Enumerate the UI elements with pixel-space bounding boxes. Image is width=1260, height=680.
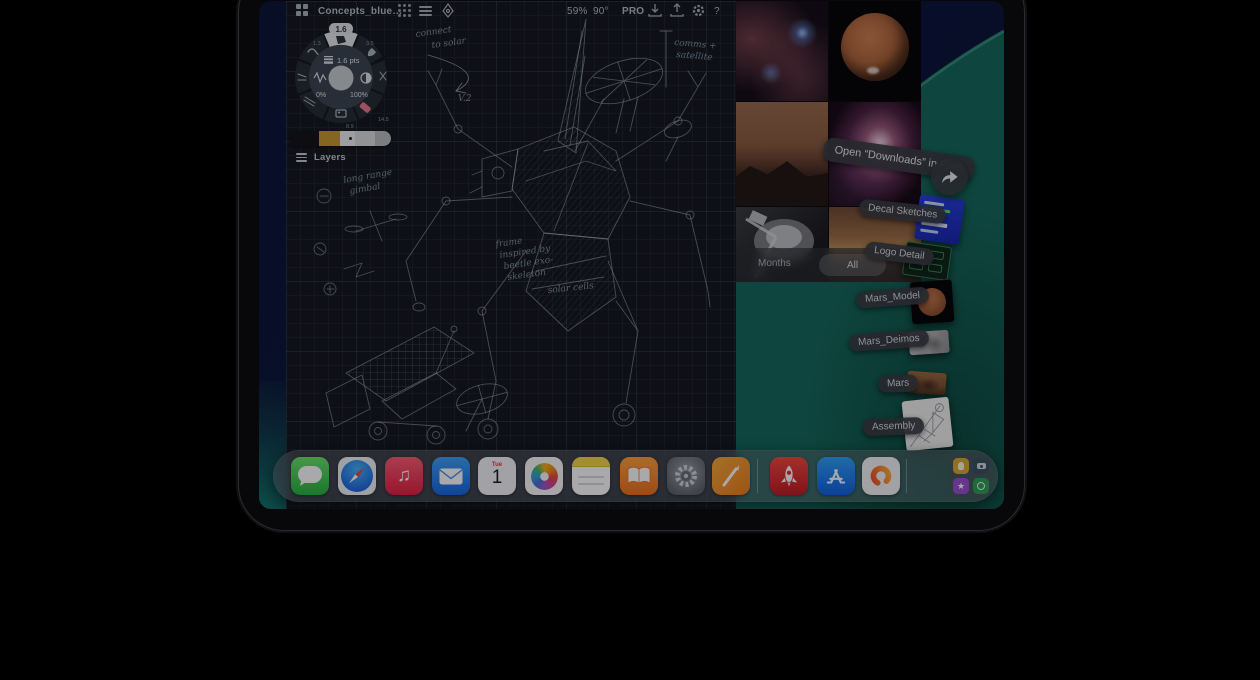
document-title[interactable]: Concepts_blue… xyxy=(318,6,402,17)
apps-grid-icon[interactable] xyxy=(296,4,308,16)
concepts-canvas[interactable]: connect to solar comms + satellite V.2 l… xyxy=(286,1,736,509)
app-library-star-icon: ★ xyxy=(953,478,969,494)
swatch-black[interactable] xyxy=(290,131,319,146)
dock-app-music[interactable]: ♫ xyxy=(385,457,423,495)
app-library-clock-icon xyxy=(973,478,989,494)
dock-app-sketch-pen[interactable] xyxy=(712,457,750,495)
dock-app-concepts[interactable] xyxy=(862,457,900,495)
pen-nib-icon[interactable] xyxy=(441,3,455,19)
tool-wheel[interactable]: 1.6 1.3 3.5 14.5 8.9 1.6 pts xyxy=(286,22,396,132)
dock: ♫ Tue 1 xyxy=(273,450,998,502)
stage: connect to solar comms + satellite V.2 l… xyxy=(0,0,1260,680)
segment-value-0: 1.3 xyxy=(313,41,321,47)
calendar-day: 1 xyxy=(478,468,516,488)
rocket-icon xyxy=(776,463,802,489)
opacity-max-label: 100% xyxy=(350,92,368,99)
swatch-gold[interactable] xyxy=(319,131,340,146)
drag-label-assembly[interactable]: Assembly xyxy=(863,417,925,436)
import-icon[interactable] xyxy=(648,3,662,18)
annotation-connect-2: to solar xyxy=(431,36,467,51)
opacity-min-label: 0% xyxy=(316,92,326,99)
layers-stack-icon[interactable] xyxy=(419,4,432,18)
layers-menu-icon xyxy=(296,151,307,164)
sketch-pen-icon xyxy=(717,462,745,490)
annotation-comms-2: satellite xyxy=(676,50,713,63)
size-badge-value: 1.6 xyxy=(335,25,347,34)
rotation-angle[interactable]: 90° xyxy=(593,6,609,17)
books-book-icon xyxy=(626,466,652,486)
layers-label: Layers xyxy=(314,152,346,163)
swatch-white-selected[interactable] xyxy=(340,131,355,146)
share-forward-icon xyxy=(940,168,959,185)
dock-app-app-store[interactable] xyxy=(817,457,855,495)
dock-app-settings[interactable] xyxy=(667,457,705,495)
filter-months[interactable]: Months xyxy=(758,258,791,269)
drag-label-mars[interactable]: Mars xyxy=(878,374,919,392)
dock-app-app-library[interactable]: ★ xyxy=(949,454,993,498)
color-swatch-bar[interactable] xyxy=(290,131,391,146)
zoom-level[interactable]: 59% xyxy=(567,6,588,17)
export-icon[interactable] xyxy=(670,3,684,18)
photo-mars-ridge[interactable] xyxy=(736,102,828,206)
dock-app-safari[interactable] xyxy=(338,457,376,495)
dock-app-books[interactable] xyxy=(620,457,658,495)
stroke-size-label: 1.6 pts xyxy=(337,56,360,65)
settings-gear-icon[interactable] xyxy=(691,3,706,18)
dock-divider xyxy=(757,459,758,493)
photo-horsehead-nebula[interactable] xyxy=(736,1,828,101)
segment-value-2: 14.5 xyxy=(378,117,389,123)
swatch-selection-dot xyxy=(349,137,352,140)
messages-bubble-icon xyxy=(298,466,322,483)
dot-grid-icon[interactable] xyxy=(398,4,411,17)
layers-button[interactable]: Layers xyxy=(296,151,346,164)
music-note-icon: ♫ xyxy=(397,465,411,487)
dock-app-calendar[interactable]: Tue 1 xyxy=(478,457,516,495)
dock-app-notes[interactable] xyxy=(572,457,610,495)
concepts-toolbar: Concepts_blue… 59% 90° PRO xyxy=(286,1,736,22)
app-store-icon xyxy=(823,463,849,489)
dock-app-rocket[interactable] xyxy=(770,457,808,495)
app-library-camera-icon xyxy=(973,458,989,474)
mail-envelope-icon xyxy=(439,468,463,485)
dock-app-mail[interactable] xyxy=(432,457,470,495)
wheel-center-knob[interactable] xyxy=(329,66,354,91)
dock-app-photos[interactable] xyxy=(525,457,563,495)
ipad-screen: connect to solar comms + satellite V.2 l… xyxy=(259,1,1004,509)
filter-all-label: All xyxy=(847,260,858,271)
swatch-grey[interactable] xyxy=(355,131,391,146)
pro-badge[interactable]: PRO xyxy=(622,6,644,17)
segment-value-3: 8.9 xyxy=(346,124,354,130)
stroke-width-icon xyxy=(324,56,333,64)
concepts-swirl-icon xyxy=(866,461,896,491)
dock-app-messages[interactable] xyxy=(291,457,329,495)
photos-flower-icon xyxy=(531,463,558,490)
annotation-connect: connect xyxy=(415,25,452,40)
settings-gears-icon xyxy=(672,462,700,490)
segment-value-1: 3.5 xyxy=(366,41,374,47)
notes-header-icon xyxy=(572,457,610,467)
ipad-device: connect to solar comms + satellite V.2 l… xyxy=(238,0,1025,531)
photo-mars-globe[interactable] xyxy=(829,1,921,101)
help-button[interactable]: ? xyxy=(714,6,720,17)
share-forward-button[interactable] xyxy=(931,158,968,195)
app-library-lightbulb-icon xyxy=(953,458,969,474)
dock-divider-2 xyxy=(906,459,907,493)
annotation-version: V.2 xyxy=(458,94,472,104)
